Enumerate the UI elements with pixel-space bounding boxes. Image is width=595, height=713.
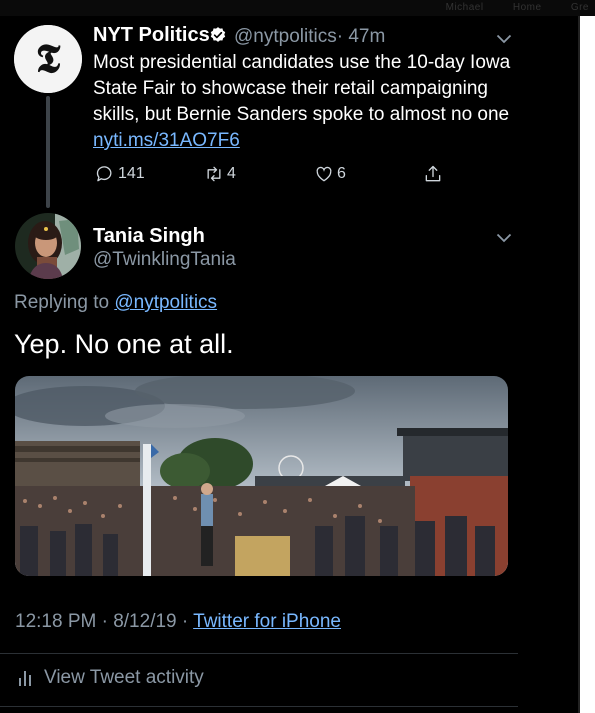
reply-tweet-text: Yep. No one at all. xyxy=(14,329,234,359)
tweet-timestamp-line: 12:18 PM · 8/12/19 · Twitter for iPhone xyxy=(15,611,341,633)
bar-chart-icon xyxy=(19,671,31,686)
tweet-timestamp: 12:18 PM · 8/12/19 · xyxy=(15,611,194,632)
replying-to-link[interactable]: @nytpolitics xyxy=(114,292,217,313)
thread-connector-line xyxy=(46,96,50,208)
share-icon xyxy=(425,165,441,182)
nyt-politics-avatar[interactable]: 𝕿 xyxy=(14,25,82,93)
profile-photo-image xyxy=(15,213,81,279)
original-author-name[interactable]: NYT Politics xyxy=(93,24,210,47)
reply-count: 141 xyxy=(118,165,145,182)
original-author-handle[interactable]: @nytpolitics xyxy=(234,26,337,47)
verified-badge-icon xyxy=(210,27,226,42)
original-tweet-text: Most presidential candidates use the 10-… xyxy=(93,50,523,154)
nyt-logo-icon: 𝕿 xyxy=(14,25,82,93)
original-tweet-link[interactable]: nyti.ms/31AO7F6 xyxy=(93,130,240,151)
like-icon xyxy=(316,166,332,182)
rally-crowd-photo-image xyxy=(15,376,508,576)
right-page-border xyxy=(578,16,595,713)
share-button[interactable] xyxy=(422,163,444,185)
replying-to-line: Replying to @nytpolitics xyxy=(14,292,217,314)
view-tweet-activity-label: View Tweet activity xyxy=(44,667,204,688)
original-tweet-time: · 47m xyxy=(336,26,386,47)
retweet-count: 4 xyxy=(227,165,236,182)
like-count: 6 xyxy=(337,165,346,182)
retweet-button[interactable]: 4 xyxy=(203,163,236,185)
reply-author-handle[interactable]: @TwinklingTania xyxy=(93,249,236,271)
chevron-down-icon[interactable] xyxy=(496,34,512,44)
like-button[interactable]: 6 xyxy=(313,163,346,185)
tweet-source-link[interactable]: Twitter for iPhone xyxy=(193,611,341,632)
replying-to-prefix: Replying to xyxy=(14,292,115,313)
reply-icon xyxy=(96,166,112,182)
nyt-logo-letter: 𝕿 xyxy=(36,35,61,82)
reply-button[interactable]: 141 xyxy=(94,163,145,185)
browser-tab-gre[interactable]: Gre xyxy=(571,2,589,13)
reply-author-name[interactable]: Tania Singh xyxy=(93,225,205,248)
original-tweet-body: Most presidential candidates use the 10-… xyxy=(93,52,511,125)
browser-tab-michael[interactable]: Michael xyxy=(446,2,484,13)
retweet-icon xyxy=(207,166,221,182)
divider xyxy=(0,706,518,707)
tweet-photo[interactable] xyxy=(15,376,508,576)
browser-tabs: Michael Home Gre xyxy=(420,2,589,13)
tania-singh-avatar[interactable] xyxy=(15,213,81,279)
browser-tab-home[interactable]: Home xyxy=(513,2,542,13)
chevron-down-icon[interactable] xyxy=(496,233,512,243)
view-tweet-activity-button[interactable]: View Tweet activity xyxy=(18,667,204,689)
divider xyxy=(0,653,518,654)
browser-top-strip: Michael Home Gre xyxy=(0,0,595,16)
original-author-handle-and-time[interactable]: @nytpolitics· 47m xyxy=(234,26,385,48)
